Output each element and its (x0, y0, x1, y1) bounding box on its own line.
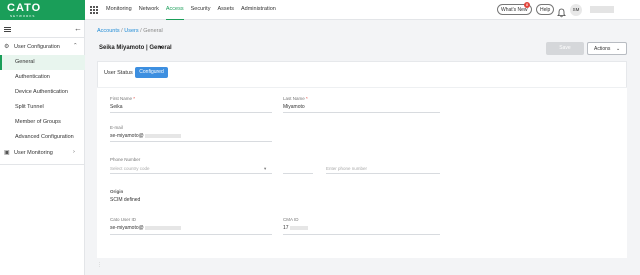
email-underline (110, 141, 272, 142)
sidebar-item-authentication[interactable]: Authentication (0, 70, 85, 85)
cma-id-field[interactable]: 17 (283, 225, 308, 231)
cato-user-id-field[interactable]: se-miyamoto@ (110, 225, 181, 231)
resize-handle-icon[interactable]: ⋮ (97, 262, 102, 268)
required-mark: * (133, 96, 136, 101)
country-code-underline (110, 173, 272, 174)
whats-new-badge: 8 (524, 2, 530, 8)
logo-text: CATO (7, 2, 42, 14)
sidebar-group-user-monitoring[interactable]: ▣ User Monitoring › (0, 146, 85, 160)
sidebar-item-member-of-groups[interactable]: Member of Groups (0, 115, 85, 130)
phone-spacer-underline (283, 173, 313, 174)
cato-user-id-redacted (144, 225, 181, 230)
sidebar-group-label: User Configuration (14, 44, 60, 50)
sidebar-item-advanced-configuration[interactable]: Advanced Configuration (0, 130, 85, 145)
origin-value: SCIM defined (110, 197, 141, 203)
first-name-field[interactable]: Seika (110, 104, 123, 110)
nav-monitoring[interactable]: Monitoring (106, 0, 132, 20)
first-name-underline (110, 112, 272, 113)
chevron-up-icon: ⌃ (73, 43, 78, 49)
breadcrumb-users[interactable]: Users (124, 28, 138, 34)
sidebar-group-label: User Monitoring (14, 150, 53, 156)
email-redacted (144, 133, 181, 138)
first-name-label-text: First Name (110, 96, 133, 101)
nav-assets[interactable]: Assets (217, 0, 234, 20)
breadcrumb-separator: / (140, 28, 142, 34)
cma-id-underline (283, 234, 440, 235)
sidebar-item-split-tunnel[interactable]: Split Tunnel (0, 100, 85, 115)
nav-administration[interactable]: Administration (241, 0, 276, 20)
cma-id-value: 17 (283, 225, 289, 231)
breadcrumb-current: General (143, 28, 163, 34)
nav-access[interactable]: Access (165, 0, 184, 20)
top-bar: CATO NETWORKS Monitoring Network Access … (0, 0, 640, 20)
sidebar: ← ⚙ User Configuration ⌃ General Authent… (0, 20, 85, 275)
bell-icon[interactable] (557, 5, 566, 18)
arrow-left-icon[interactable]: ← (74, 24, 82, 33)
actions-label: Actions (594, 46, 611, 52)
logo-subtext: NETWORKS (10, 14, 36, 18)
sidebar-item-general[interactable]: General (0, 55, 85, 70)
breadcrumb-accounts[interactable]: Accounts (97, 28, 120, 34)
actions-button[interactable]: Actions ⌄ (587, 42, 627, 55)
save-button[interactable]: Save (546, 42, 584, 55)
phone-number-label: Phone Number (110, 157, 141, 162)
chevron-down-icon: ⌄ (616, 46, 621, 52)
sidebar-header: ← (0, 20, 85, 38)
required-mark: * (306, 96, 308, 101)
country-code-select[interactable]: Select country code (110, 166, 150, 171)
menu-icon[interactable] (4, 27, 11, 32)
cato-user-id-underline (110, 234, 272, 235)
sidebar-group-user-configuration[interactable]: ⚙ User Configuration ⌃ (0, 40, 85, 54)
sidebar-item-device-authentication[interactable]: Device Authentication (0, 85, 85, 100)
last-name-underline (283, 112, 440, 113)
user-status-label: User Status (104, 70, 133, 76)
sidebar-divider (0, 164, 85, 165)
help-button[interactable]: Help (536, 4, 555, 15)
cato-user-id-label: Cato User ID (110, 217, 137, 222)
last-name-field[interactable]: Miyamoto (283, 104, 305, 110)
monitor-icon: ▣ (4, 150, 10, 156)
gear-icon: ⚙ (4, 44, 10, 50)
cato-logo[interactable]: CATO NETWORKS (0, 0, 85, 20)
user-avatar[interactable]: SM (570, 4, 582, 16)
nav-security[interactable]: Security (191, 0, 211, 20)
main-nav: Monitoring Network Access Security Asset… (106, 0, 283, 20)
cma-id-redacted (289, 225, 308, 230)
caret-down-icon[interactable]: ▾ (264, 166, 266, 172)
last-name-label: Last Name * (283, 96, 308, 101)
user-name-redacted[interactable] (590, 6, 614, 13)
breadcrumb-separator: / (121, 28, 123, 34)
chevron-right-icon: › (73, 149, 75, 155)
email-label: E-mail (110, 125, 123, 130)
phone-number-underline (326, 173, 440, 174)
apps-grid-icon[interactable] (90, 6, 98, 14)
origin-label: Origin (110, 189, 124, 194)
phone-number-input[interactable]: Enter phone number (326, 166, 367, 171)
breadcrumb: Accounts / Users / General (97, 28, 163, 34)
cato-user-id-value: se-miyamoto@ (110, 225, 144, 231)
first-name-label: First Name * (110, 96, 135, 101)
cma-id-label: CMA ID (283, 217, 299, 222)
caret-down-icon[interactable]: ▼ (158, 45, 163, 51)
nav-network[interactable]: Network (139, 0, 159, 20)
last-name-label-text: Last Name (283, 96, 305, 101)
email-field[interactable]: se-miyamoto@ (110, 133, 181, 139)
user-status-badge: Configured (135, 67, 168, 78)
email-value: se-miyamoto@ (110, 133, 144, 139)
